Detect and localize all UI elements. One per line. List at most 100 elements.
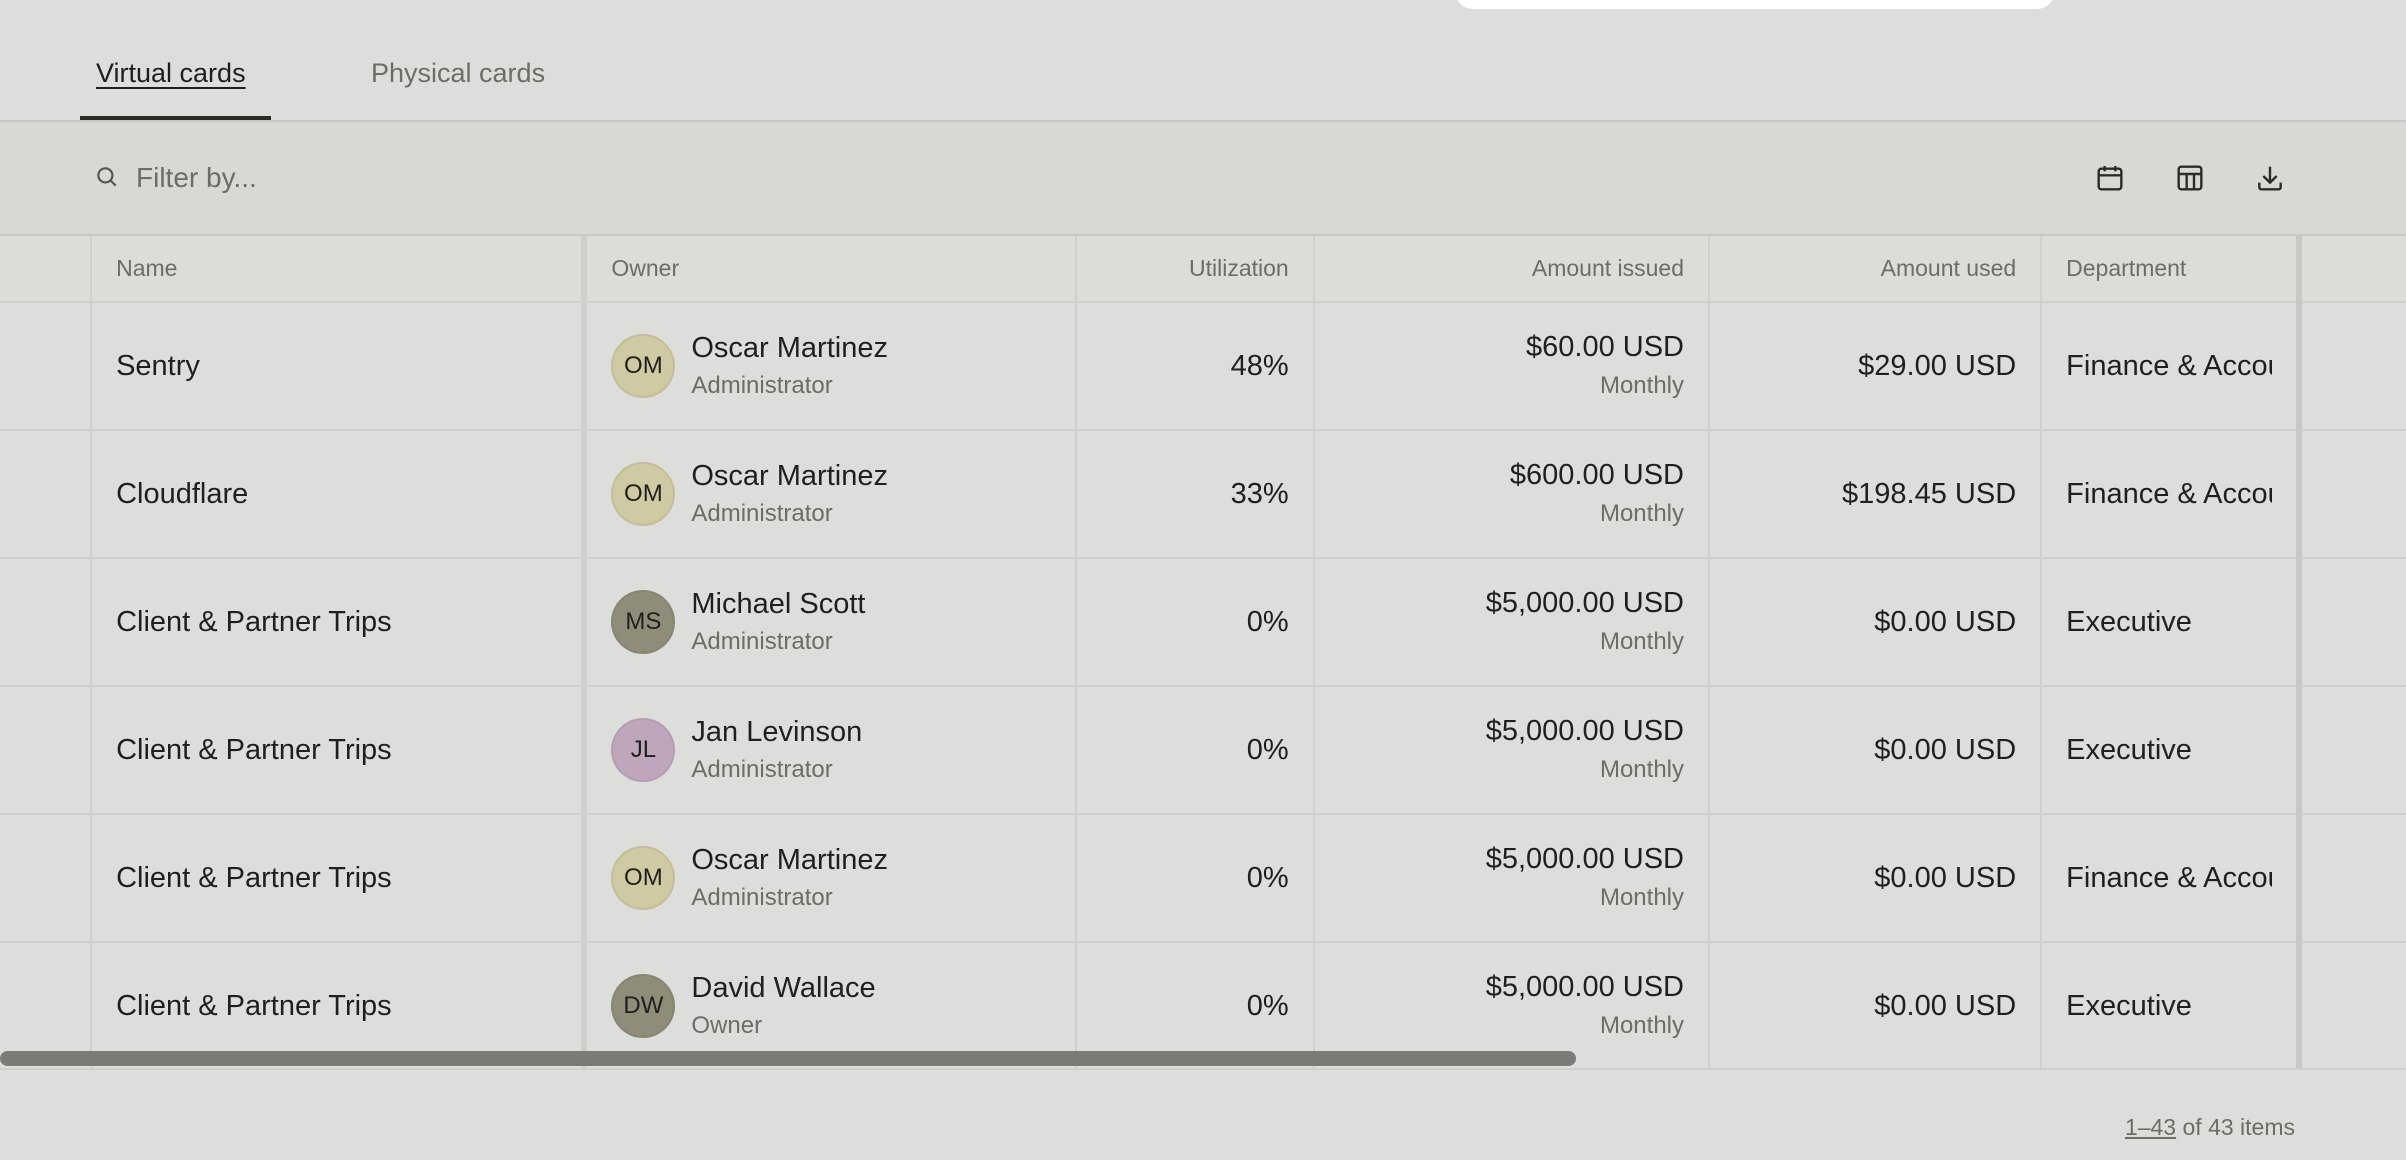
table-row[interactable]: Cloudflare OM Oscar Martinez Administrator 3…	[0, 430, 2406, 559]
filter-input[interactable]	[136, 156, 736, 200]
pagination-range-link[interactable]: 1–43	[2125, 1114, 2176, 1140]
amount-issued-period: Monthly	[1599, 628, 1685, 655]
header-utilization[interactable]: Utilization	[1075, 236, 1315, 303]
department-cell: Finance & Accounting	[2041, 814, 2303, 943]
columns-icon	[2177, 165, 2203, 191]
horizontal-scrollbar[interactable]	[0, 1051, 1576, 1066]
table-row[interactable]: Client & Partner Trips JL Jan Levinson Admi…	[0, 686, 2406, 815]
amount-used-cell: $198.45 USD	[1709, 430, 2043, 559]
table-row[interactable]: Sentry OM Oscar Martinez Administrator 48% $6…	[0, 302, 2406, 431]
row-select-cell[interactable]	[0, 814, 93, 943]
search-icon	[97, 167, 117, 187]
row-overflow-cell	[2299, 430, 2406, 559]
columns-button[interactable]	[2170, 158, 2210, 198]
department-cell: Executive	[2041, 558, 2303, 687]
table-footer-divider	[0, 1068, 2406, 1070]
amount-used-value: $0.00 USD	[1874, 861, 2017, 894]
avatar-initials: OM	[624, 864, 663, 891]
amount-issued-cell: $60.00 USD Monthly	[1313, 302, 1711, 431]
utilization-value: 0%	[1246, 733, 1289, 766]
amount-used-value: $29.00 USD	[1858, 349, 2017, 382]
card-name-cell: Client & Partner Trips	[91, 558, 588, 687]
amount-issued-cell: $5,000.00 USD Monthly	[1313, 558, 1711, 687]
active-tab-indicator	[80, 116, 271, 120]
owner-cell: OM Oscar Martinez Administrator	[584, 430, 1077, 559]
card-name: Client & Partner Trips	[116, 605, 392, 638]
amount-used-cell: $0.00 USD	[1709, 942, 2043, 1070]
row-select-cell[interactable]	[0, 430, 93, 559]
amount-used-cell: $29.00 USD	[1709, 302, 2043, 431]
header-owner[interactable]: Owner	[584, 236, 1077, 303]
download-icon	[2258, 166, 2282, 191]
cards-table: Name Owner Utilization Amount issued Amo…	[0, 236, 2406, 1070]
table-row[interactable]: Client & Partner Trips OM Oscar Martinez Ad…	[0, 814, 2406, 943]
amount-issued-cell: $5,000.00 USD Monthly	[1313, 814, 1711, 943]
header-name[interactable]: Name	[91, 236, 588, 303]
cards-table-container: Name Owner Utilization Amount issued Amo…	[0, 236, 2406, 1070]
department-cell: Finance & Accounting	[2041, 302, 2303, 431]
card-name-cell: Cloudflare	[91, 430, 588, 559]
amount-issued-value: $60.00 USD	[1526, 331, 1685, 363]
row-overflow-cell	[2299, 814, 2406, 943]
tab-virtual-cards[interactable]: Virtual cards	[96, 58, 246, 89]
download-button[interactable]	[2250, 158, 2290, 198]
table-row[interactable]: Client & Partner Trips MS Michael Scott Adm…	[0, 558, 2406, 687]
header-amount-issued[interactable]: Amount issued	[1313, 236, 1711, 303]
calendar-icon	[2097, 166, 2123, 191]
tab-physical-cards[interactable]: Physical cards	[371, 58, 545, 89]
pagination-info: 1–43 of 43 items	[2125, 1114, 2295, 1141]
amount-issued-period: Monthly	[1599, 500, 1685, 527]
amount-issued-value: $5,000.00 USD	[1485, 843, 1685, 875]
amount-used-cell: $0.00 USD	[1709, 814, 2043, 943]
amount-issued-cell: $5,000.00 USD Monthly	[1313, 686, 1711, 815]
card-name-cell: Client & Partner Trips	[91, 686, 588, 815]
avatar-initials: MS	[625, 608, 662, 635]
row-select-cell[interactable]	[0, 302, 93, 431]
amount-issued-period: Monthly	[1599, 756, 1685, 783]
department-cell: Executive	[2041, 942, 2303, 1070]
row-select-cell[interactable]	[0, 686, 93, 815]
avatar: OM	[611, 334, 676, 398]
department-value: Executive	[2066, 733, 2192, 766]
amount-issued-period: Monthly	[1599, 884, 1685, 911]
department-value: Finance & Accounting	[2066, 861, 2272, 894]
avatar-initials: JL	[630, 736, 657, 763]
amount-used-cell: $0.00 USD	[1709, 558, 2043, 687]
owner-name: Jan Levinson	[691, 716, 863, 748]
row-select-cell[interactable]	[0, 558, 93, 687]
utilization-cell: 33%	[1075, 430, 1315, 559]
utilization-value: 0%	[1246, 861, 1289, 894]
header-amount-used[interactable]: Amount used	[1709, 236, 2043, 303]
avatar: DW	[611, 974, 676, 1038]
card-name: Sentry	[116, 349, 200, 382]
amount-issued-period: Monthly	[1599, 372, 1685, 399]
card-name-cell: Sentry	[91, 302, 588, 431]
utilization-cell: 0%	[1075, 686, 1315, 815]
card-name: Client & Partner Trips	[116, 861, 392, 894]
amount-used-value: $198.45 USD	[1842, 477, 2017, 510]
owner-cell: OM Oscar Martinez Administrator	[584, 814, 1077, 943]
header-select	[0, 236, 93, 303]
department-value: Executive	[2066, 605, 2192, 638]
owner-name: David Wallace	[691, 972, 876, 1004]
row-overflow-cell	[2299, 942, 2406, 1070]
avatar: MS	[611, 590, 676, 654]
avatar-initials: OM	[624, 352, 663, 379]
utilization-cell: 48%	[1075, 302, 1315, 431]
owner-cell: OM Oscar Martinez Administrator	[584, 302, 1077, 431]
owner-name: Oscar Martinez	[691, 460, 888, 492]
card-tabs: Virtual cards Physical cards	[0, 0, 2406, 122]
owner-role: Administrator	[691, 500, 833, 527]
department-cell: Executive	[2041, 686, 2303, 815]
amount-used-value: $0.00 USD	[1874, 733, 2017, 766]
owner-role: Administrator	[691, 884, 833, 911]
amount-used-value: $0.00 USD	[1874, 605, 2017, 638]
header-department[interactable]: Department	[2041, 236, 2303, 303]
owner-name: Oscar Martinez	[691, 844, 888, 876]
amount-used-cell: $0.00 USD	[1709, 686, 2043, 815]
avatar: OM	[611, 846, 676, 910]
date-filter-button[interactable]	[2090, 158, 2130, 198]
owner-name: Oscar Martinez	[691, 332, 888, 364]
owner-role: Administrator	[691, 372, 833, 399]
avatar: OM	[611, 462, 676, 526]
